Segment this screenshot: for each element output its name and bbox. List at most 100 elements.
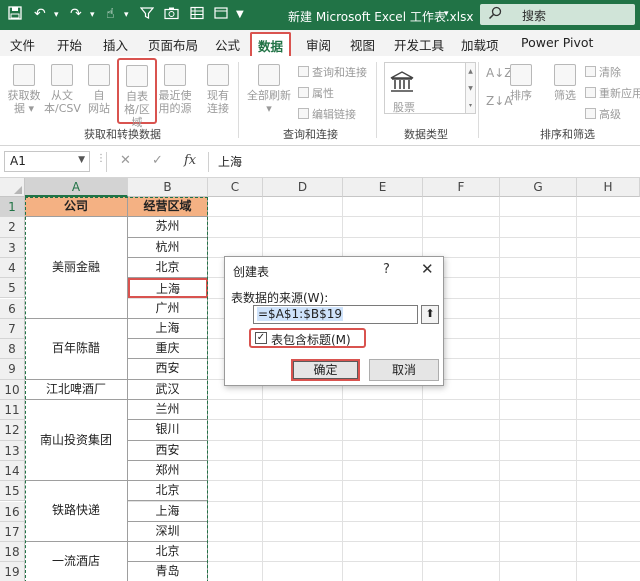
company-cell[interactable]: 江北啤酒厂 <box>25 379 128 400</box>
region-cell[interactable]: 苏州 <box>128 217 208 238</box>
recent-sources-button[interactable]: 最近使 用的源 <box>158 64 192 115</box>
undo-dropdown-icon[interactable]: ▾ <box>54 10 59 20</box>
region-cell[interactable]: 深圳 <box>128 521 208 543</box>
refresh-all-button[interactable]: 全部刷新 ▾ <box>246 64 292 115</box>
region-cell[interactable]: 杭州 <box>128 237 208 258</box>
region-cell[interactable]: 重庆 <box>128 339 208 360</box>
column-header-E[interactable]: E <box>343 178 423 197</box>
company-cell[interactable]: 南山投资集团 <box>25 400 128 482</box>
row-header-15[interactable]: 15 <box>0 481 25 502</box>
region-cell[interactable]: 北京 <box>128 542 208 563</box>
region-cell[interactable]: 西安 <box>128 440 208 461</box>
name-box[interactable]: A1 ▼ <box>4 151 90 172</box>
filter-button[interactable]: 筛选 <box>551 64 579 102</box>
from-text-csv-button[interactable]: 从文 本/CSV <box>44 64 81 115</box>
row-header-13[interactable]: 13 <box>0 440 25 461</box>
row-header-8[interactable]: 8 <box>0 339 25 360</box>
stocks-data-type[interactable]: 股票 <box>384 62 466 114</box>
reapply-button[interactable]: 重新应用 <box>585 85 640 101</box>
tab-formulas[interactable]: 公式 <box>215 35 240 54</box>
filter-icon[interactable] <box>139 6 155 24</box>
region-cell[interactable]: 北京 <box>128 481 208 502</box>
column-header-G[interactable]: G <box>500 178 577 197</box>
column-header-D[interactable]: D <box>263 178 343 197</box>
camera-icon[interactable] <box>164 6 179 24</box>
row-header-7[interactable]: 7 <box>0 318 25 340</box>
tab-addins[interactable]: 加载项 <box>461 35 499 54</box>
column-header-H[interactable]: H <box>577 178 640 197</box>
has-headers-checkbox[interactable]: ✓ <box>255 332 267 344</box>
properties-button[interactable]: 属性 <box>298 85 334 101</box>
edit-links-button[interactable]: 编辑链接 <box>298 106 356 122</box>
region-cell[interactable]: 上海 <box>128 318 208 340</box>
clear-filter-button[interactable]: 清除 <box>585 64 621 80</box>
row-header-10[interactable]: 10 <box>0 379 25 400</box>
row-header-18[interactable]: 18 <box>0 542 25 563</box>
collapse-dialog-icon[interactable]: ⬆ <box>421 305 439 324</box>
company-cell[interactable]: 铁路快递 <box>25 481 128 543</box>
redo-icon[interactable]: ↷ <box>70 6 82 22</box>
tab-insert[interactable]: 插入 <box>103 35 128 54</box>
row-header-16[interactable]: 16 <box>0 501 25 522</box>
customize-qat-icon[interactable]: ▼ <box>236 9 244 20</box>
row-header-1[interactable]: 1 <box>0 197 25 218</box>
insert-function-icon[interactable]: fx <box>184 153 196 168</box>
header-cell-company[interactable]: 公司 <box>25 197 128 218</box>
tab-page-layout[interactable]: 页面布局 <box>148 35 198 54</box>
row-header-12[interactable]: 12 <box>0 420 25 441</box>
save-icon[interactable] <box>8 6 22 24</box>
row-header-4[interactable]: 4 <box>0 257 25 279</box>
row-header-3[interactable]: 3 <box>0 237 25 258</box>
from-web-button[interactable]: 自 网站 <box>84 64 114 115</box>
redo-dropdown-icon[interactable]: ▾ <box>90 10 95 20</box>
row-header-5[interactable]: 5 <box>0 278 25 299</box>
tab-data[interactable]: 数据 <box>250 32 292 56</box>
company-cell[interactable]: 一流酒店 <box>25 542 128 581</box>
datatype-gallery-scroll[interactable]: ▲ ▼ ▾ <box>466 62 476 114</box>
row-header-2[interactable]: 2 <box>0 217 25 238</box>
region-cell[interactable]: 上海 <box>128 278 208 299</box>
queries-connections-button[interactable]: 查询和连接 <box>298 64 367 80</box>
region-cell[interactable]: 上海 <box>128 501 208 522</box>
sort-button[interactable]: 排序 <box>508 64 534 102</box>
region-cell[interactable]: 郑州 <box>128 460 208 482</box>
table-icon[interactable] <box>190 6 204 24</box>
row-header-17[interactable]: 17 <box>0 521 25 543</box>
company-cell[interactable]: 美丽金融 <box>25 217 128 319</box>
cancel-button[interactable]: 取消 <box>369 359 439 381</box>
region-cell[interactable]: 北京 <box>128 257 208 279</box>
source-range-input[interactable]: =$A$1:$B$19 <box>253 305 418 324</box>
tab-developer[interactable]: 开发工具 <box>394 35 444 54</box>
window-icon[interactable] <box>214 6 228 24</box>
column-header-B[interactable]: B <box>128 178 208 197</box>
tab-file[interactable]: 文件 <box>10 35 35 54</box>
row-header-14[interactable]: 14 <box>0 460 25 482</box>
row-header-6[interactable]: 6 <box>0 298 25 319</box>
row-header-19[interactable]: 19 <box>0 562 25 581</box>
undo-icon[interactable]: ↶ <box>34 6 46 22</box>
region-cell[interactable]: 西安 <box>128 359 208 380</box>
tab-power-pivot[interactable]: Power Pivot <box>521 35 593 50</box>
tab-review[interactable]: 审阅 <box>306 35 331 54</box>
header-cell-region[interactable]: 经营区域 <box>128 197 208 218</box>
row-header-9[interactable]: 9 <box>0 359 25 380</box>
advanced-button[interactable]: 高级 <box>585 106 621 122</box>
region-cell[interactable]: 武汉 <box>128 379 208 400</box>
select-all-button[interactable] <box>0 178 25 197</box>
close-icon[interactable]: ✕ <box>421 260 434 278</box>
company-cell[interactable]: 百年陈醋 <box>25 318 128 380</box>
search-box[interactable]: 搜索 <box>480 4 635 25</box>
cancel-icon[interactable]: ✕ <box>120 153 131 168</box>
title-dropdown-icon[interactable]: ▾ <box>444 9 449 19</box>
ok-button[interactable]: 确定 <box>291 359 360 381</box>
has-headers-option[interactable]: ✓ 表包含标题(M) <box>249 328 366 348</box>
touch-mode-icon[interactable]: ☝ <box>106 6 115 22</box>
chevron-down-icon[interactable]: ▼ <box>78 155 85 165</box>
help-icon[interactable]: ? <box>383 262 390 277</box>
region-cell[interactable]: 银川 <box>128 420 208 441</box>
region-cell[interactable]: 青岛 <box>128 562 208 581</box>
touch-dropdown-icon[interactable]: ▾ <box>124 10 129 20</box>
enter-icon[interactable]: ✓ <box>152 153 163 168</box>
region-cell[interactable]: 广州 <box>128 298 208 319</box>
formula-input[interactable]: 上海 <box>218 153 242 170</box>
